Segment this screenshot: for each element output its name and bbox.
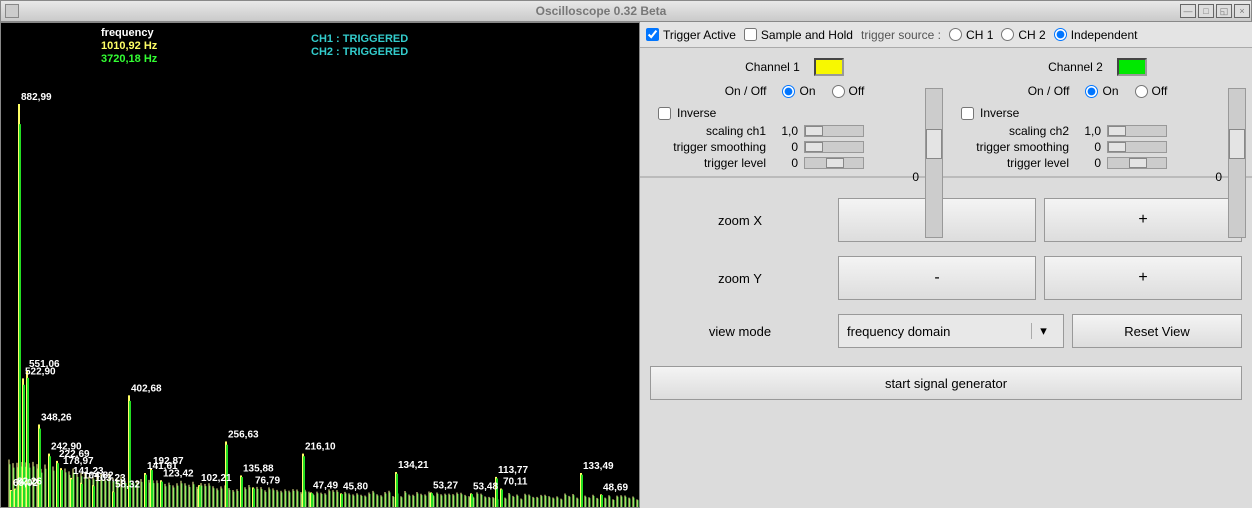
ch1-smooth-label: trigger smoothing bbox=[658, 140, 774, 154]
channel-1-color[interactable] bbox=[814, 58, 844, 76]
ch1-offset-slider[interactable] bbox=[925, 88, 943, 238]
svg-text:216,10: 216,10 bbox=[305, 442, 336, 453]
spectrum-plot: 882,99551,06522,90348,26402,68242,90222,… bbox=[1, 47, 640, 507]
ch2-offset-slider[interactable] bbox=[1228, 88, 1246, 238]
freq-label: frequency bbox=[101, 27, 157, 40]
app-icon bbox=[5, 4, 19, 18]
chevron-down-icon: ▾ bbox=[1031, 323, 1055, 339]
svg-text:522,90: 522,90 bbox=[25, 366, 56, 377]
svg-text:256,63: 256,63 bbox=[228, 429, 259, 440]
trigger-active-checkbox[interactable]: Trigger Active bbox=[646, 28, 736, 42]
ch2-level-label: trigger level bbox=[961, 156, 1077, 170]
svg-text:113,77: 113,77 bbox=[498, 465, 528, 476]
ch1-inverse-label: Inverse bbox=[677, 106, 716, 120]
view-mode-value: frequency domain bbox=[847, 324, 950, 339]
ch2-level-slider[interactable] bbox=[1107, 157, 1167, 169]
trigger-source-ch2-radio[interactable]: CH 2 bbox=[1001, 28, 1045, 42]
svg-text:134,21: 134,21 bbox=[398, 460, 429, 471]
titlebar: Oscilloscope 0.32 Beta — □ ◱ × bbox=[0, 0, 1252, 22]
zoom-y-plus-button[interactable]: + bbox=[1044, 256, 1242, 300]
ch1-onoff-label: On / Off bbox=[725, 84, 767, 98]
svg-text:45,80: 45,80 bbox=[343, 481, 368, 492]
start-signal-generator-button[interactable]: start signal generator bbox=[650, 366, 1242, 400]
oscilloscope-display: frequency 1010,92 Hz 3720,18 Hz CH1 : TR… bbox=[0, 22, 640, 508]
window-buttons: — □ ◱ × bbox=[1179, 4, 1251, 18]
zoom-x-label: zoom X bbox=[650, 213, 830, 228]
close-button[interactable]: × bbox=[1234, 4, 1250, 18]
ch2-level-value: 0 bbox=[1077, 156, 1107, 170]
trigger-row: Trigger Active Sample and Hold trigger s… bbox=[640, 22, 1252, 48]
svg-text:133,49: 133,49 bbox=[583, 461, 614, 472]
ch2-scaling-label: scaling ch2 bbox=[961, 124, 1077, 138]
sample-hold-checkbox[interactable]: Sample and Hold bbox=[744, 28, 853, 42]
ch1-scaling-label: scaling ch1 bbox=[658, 124, 774, 138]
ch1-status: CH1 : TRIGGERED bbox=[311, 33, 408, 46]
channel-1-panel: Channel 1 On / Off On Off Inverse scalin… bbox=[648, 58, 941, 172]
svg-text:70,11: 70,11 bbox=[503, 477, 528, 488]
ch1-scaling-value: 1,0 bbox=[774, 124, 804, 138]
ch1-smooth-value: 0 bbox=[774, 140, 804, 154]
channel-2-color[interactable] bbox=[1117, 58, 1147, 76]
control-panel: Trigger Active Sample and Hold trigger s… bbox=[640, 22, 1252, 508]
view-mode-label: view mode bbox=[650, 324, 830, 339]
ch2-offset-value: 0 bbox=[1215, 170, 1222, 184]
ch1-off-radio[interactable]: Off bbox=[832, 84, 865, 98]
svg-text:69,02: 69,02 bbox=[13, 478, 38, 489]
zoom-y-label: zoom Y bbox=[650, 271, 830, 286]
minimize-button[interactable]: — bbox=[1180, 4, 1196, 18]
ch1-scaling-slider[interactable] bbox=[804, 125, 864, 137]
trigger-source-independent-radio[interactable]: Independent bbox=[1054, 28, 1138, 42]
svg-text:58,32: 58,32 bbox=[115, 479, 140, 490]
reset-view-button[interactable]: Reset View bbox=[1072, 314, 1242, 348]
ch2-inverse-label: Inverse bbox=[980, 106, 1019, 120]
ch2-smooth-value: 0 bbox=[1077, 140, 1107, 154]
ch1-level-value: 0 bbox=[774, 156, 804, 170]
ch2-onoff-label: On / Off bbox=[1028, 84, 1070, 98]
view-mode-combo[interactable]: frequency domain ▾ bbox=[838, 314, 1064, 348]
restore-button[interactable]: ◱ bbox=[1216, 4, 1232, 18]
ch1-on-radio[interactable]: On bbox=[782, 84, 815, 98]
ch2-on-radio[interactable]: On bbox=[1085, 84, 1118, 98]
trigger-source-label: trigger source : bbox=[861, 28, 941, 42]
ch1-smooth-slider[interactable] bbox=[804, 141, 864, 153]
svg-text:48,69: 48,69 bbox=[603, 482, 628, 493]
svg-text:135,88: 135,88 bbox=[243, 463, 274, 474]
maximize-button[interactable]: □ bbox=[1198, 4, 1214, 18]
svg-text:76,79: 76,79 bbox=[255, 476, 280, 487]
svg-text:123,42: 123,42 bbox=[163, 468, 194, 479]
svg-text:882,99: 882,99 bbox=[21, 92, 52, 103]
channel-1-title: Channel 1 bbox=[745, 60, 800, 74]
ch2-smooth-slider[interactable] bbox=[1107, 141, 1167, 153]
svg-text:402,68: 402,68 bbox=[131, 383, 162, 394]
svg-text:102,21: 102,21 bbox=[201, 473, 232, 484]
ch1-inverse-checkbox[interactable] bbox=[658, 107, 671, 120]
trigger-source-ch1-radio[interactable]: CH 1 bbox=[949, 28, 993, 42]
svg-text:53,48: 53,48 bbox=[473, 481, 498, 492]
ch1-level-label: trigger level bbox=[658, 156, 774, 170]
channel-2-panel: Channel 2 On / Off On Off Inverse scalin… bbox=[951, 58, 1244, 172]
zoom-x-plus-button[interactable]: + bbox=[1044, 198, 1242, 242]
ch1-offset-value: 0 bbox=[912, 170, 919, 184]
zoom-y-minus-button[interactable]: - bbox=[838, 256, 1036, 300]
ch2-scaling-slider[interactable] bbox=[1107, 125, 1167, 137]
svg-text:348,26: 348,26 bbox=[41, 412, 72, 423]
ch1-level-slider[interactable] bbox=[804, 157, 864, 169]
ch2-smooth-label: trigger smoothing bbox=[961, 140, 1077, 154]
window-title: Oscilloscope 0.32 Beta bbox=[23, 4, 1179, 18]
svg-text:53,27: 53,27 bbox=[433, 480, 458, 491]
ch2-inverse-checkbox[interactable] bbox=[961, 107, 974, 120]
svg-text:47,49: 47,49 bbox=[313, 480, 338, 491]
channel-2-title: Channel 2 bbox=[1048, 60, 1103, 74]
ch2-scaling-value: 1,0 bbox=[1077, 124, 1107, 138]
ch2-off-radio[interactable]: Off bbox=[1135, 84, 1168, 98]
